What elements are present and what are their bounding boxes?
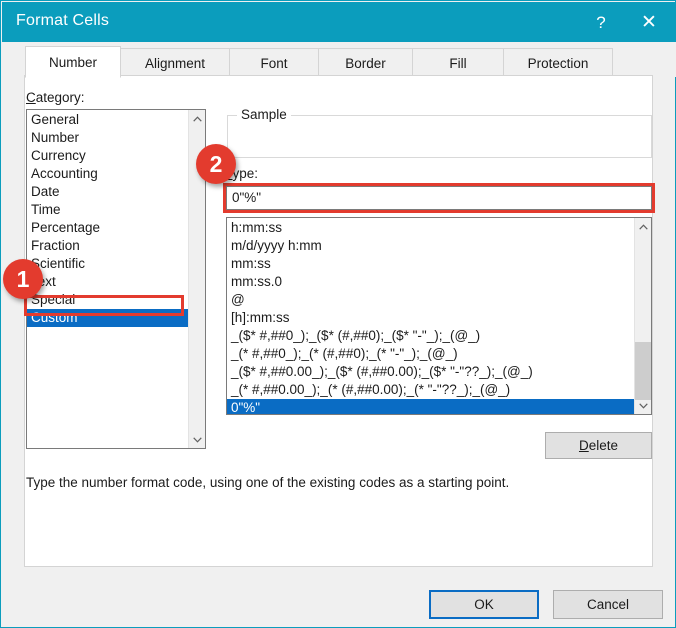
type-item[interactable]: _(* #,##0_);_(* (#,##0);_(* "-"_);_(@_) — [227, 345, 634, 363]
category-item[interactable]: Scientific — [27, 255, 188, 273]
chevron-down-icon[interactable] — [635, 397, 651, 414]
tab-label: Font — [260, 55, 288, 71]
type-item[interactable]: h:mm:ss — [227, 219, 634, 237]
type-item[interactable]: _($* #,##0_);_($* (#,##0);_($* "-"_);_(@… — [227, 327, 634, 345]
category-item[interactable]: Number — [27, 129, 188, 147]
tab-protection[interactable]: Protection — [503, 48, 613, 77]
tab-label: Protection — [527, 55, 589, 71]
category-label-rest: ategory: — [35, 90, 85, 105]
chevron-down-icon[interactable] — [189, 431, 205, 448]
title-bar: Format Cells ? ✕ — [2, 2, 676, 42]
tab-border[interactable]: Border — [318, 48, 413, 77]
tab-label: Alignment — [144, 55, 206, 71]
cancel-button-label: Cancel — [586, 597, 630, 612]
category-label: Category: — [26, 90, 85, 105]
type-scrollbar[interactable] — [634, 218, 651, 414]
type-item[interactable]: 0"%" — [227, 399, 634, 414]
sample-legend-label: Sample — [237, 107, 291, 122]
category-listbox[interactable]: General Number Currency Accounting Date Time P… — [26, 109, 206, 449]
annotation-badge-2: 2 — [196, 144, 236, 184]
cancel-button[interactable]: Cancel — [553, 590, 663, 619]
type-item[interactable]: _(* #,##0.00_);_(* (#,##0.00);_(* "-"??_… — [227, 381, 634, 399]
category-item[interactable]: Text — [27, 273, 188, 291]
tab-fill[interactable]: Fill — [412, 48, 504, 77]
type-item[interactable]: @ — [227, 291, 634, 309]
chevron-up-icon[interactable] — [189, 110, 205, 127]
tab-label: Border — [345, 55, 386, 71]
type-input[interactable]: 0"%" — [226, 186, 652, 210]
type-item[interactable]: mm:ss — [227, 255, 634, 273]
type-listbox[interactable]: h:mm:ss m/d/yyyy h:mm mm:ss mm:ss.0 @ [h]:mm:… — [226, 217, 652, 415]
type-item[interactable]: m/d/yyyy h:mm — [227, 237, 634, 255]
category-item[interactable]: Percentage — [27, 219, 188, 237]
category-item[interactable]: Special — [27, 291, 188, 309]
type-item[interactable]: _($* #,##0.00_);_($* (#,##0.00);_($* "-"… — [227, 363, 634, 381]
format-cells-dialog: Format Cells ? ✕ Number Alignment Font Bord… — [0, 0, 676, 628]
chevron-up-icon[interactable] — [635, 218, 651, 235]
question-mark-icon: ? — [596, 12, 606, 32]
tab-label: Fill — [449, 55, 467, 71]
tab-font[interactable]: Font — [229, 48, 319, 77]
category-item[interactable]: Currency — [27, 147, 188, 165]
delete-button[interactable]: Delete — [545, 432, 652, 459]
category-items: General Number Currency Accounting Date Time P… — [27, 111, 188, 327]
annotation-badge-1: 1 — [3, 259, 43, 299]
type-scrollbar-thumb[interactable] — [635, 342, 651, 400]
window-title: Format Cells — [16, 12, 110, 29]
category-item[interactable]: Accounting — [27, 165, 188, 183]
category-item[interactable]: Date — [27, 183, 188, 201]
type-item[interactable]: mm:ss.0 — [227, 273, 634, 291]
close-button[interactable]: ✕ — [626, 2, 672, 42]
ok-button-label: OK — [474, 597, 494, 612]
tab-alignment[interactable]: Alignment — [120, 48, 230, 77]
tab-label: Number — [48, 54, 97, 70]
ok-button[interactable]: OK — [429, 590, 539, 619]
category-item[interactable]: Time — [27, 201, 188, 219]
category-item[interactable]: Fraction — [27, 237, 188, 255]
category-item[interactable]: General — [27, 111, 188, 129]
help-button[interactable]: ? — [578, 2, 624, 42]
tab-number[interactable]: Number — [25, 46, 121, 78]
close-icon: ✕ — [641, 11, 657, 33]
delete-accesskey: D — [578, 438, 589, 453]
help-text: Type the number format code, using one o… — [26, 475, 510, 490]
type-label-rest: ype: — [232, 166, 259, 181]
delete-button-label: Delete — [579, 438, 618, 453]
tab-strip: Number Alignment Font Border Fill Protection — [2, 42, 676, 78]
type-items: h:mm:ss m/d/yyyy h:mm mm:ss mm:ss.0 @ [h]:mm:… — [227, 219, 634, 414]
type-item[interactable]: [h]:mm:ss — [227, 309, 634, 327]
delete-label-rest: elete — [588, 438, 619, 453]
category-item[interactable]: Custom — [27, 309, 188, 327]
